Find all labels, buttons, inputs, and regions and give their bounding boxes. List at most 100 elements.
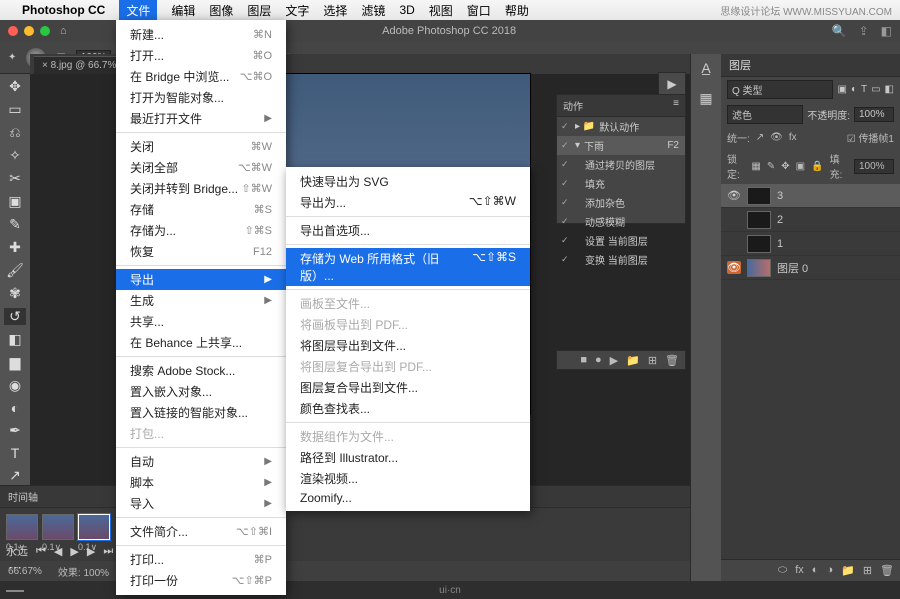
menu-window[interactable]: 窗口 [467,2,491,19]
layer-row[interactable]: 1 [721,232,900,256]
minimize-window-icon[interactable] [24,26,34,36]
menu-revert[interactable]: 恢复F12 [116,241,286,262]
blend-mode-select[interactable]: 滤色 [727,105,803,124]
effects-display[interactable]: 100% [83,568,109,579]
new-set-icon[interactable]: 📁 [626,354,640,367]
propagate-label[interactable]: 传播帧1 [858,134,894,145]
lock-all-icon[interactable]: 🔒 [811,161,823,172]
menu-behance[interactable]: 在 Behance 上共享... [116,332,286,353]
menu-layer[interactable]: 图层 [247,2,271,19]
fill-field[interactable]: 100% [854,159,894,174]
menu-share[interactable]: 共享... [116,311,286,332]
actions-step[interactable]: ✓动感模糊 [557,212,685,231]
menu-print[interactable]: 打印...⌘P [116,549,286,570]
menu-browse-bridge[interactable]: 在 Bridge 中浏览...⌥⌘O [116,66,286,87]
filter-type-icon[interactable]: T [861,84,867,95]
unify-position-icon[interactable]: ↗ [756,132,764,143]
unify-visibility-icon[interactable]: 👁 [770,132,783,143]
zoom-window-icon[interactable] [40,26,50,36]
opacity-field[interactable]: 100% [854,107,894,122]
next-frame-icon[interactable]: ▶ [87,545,95,558]
menu-view[interactable]: 视图 [429,2,453,19]
eyedropper-tool-icon[interactable]: ✎ [4,216,26,233]
marquee-tool-icon[interactable]: ▭ [4,101,26,118]
menu-automate[interactable]: 自动▶ [116,451,286,472]
menu-generate[interactable]: 生成▶ [116,290,286,311]
layer-name[interactable]: 1 [777,238,783,250]
adjustment-layer-icon[interactable]: ◑ [826,564,833,577]
play-icon[interactable]: ▶ [667,77,676,91]
last-frame-icon[interactable]: ⏭ [103,545,113,558]
menu-3d[interactable]: 3D [399,3,414,17]
submenu-render-video[interactable]: 渲染视频... [286,468,530,489]
layer-row[interactable]: 👁3 [721,184,900,208]
gradient-tool-icon[interactable]: ▆ [4,354,26,371]
home-icon[interactable]: ⌂ [60,25,67,37]
menu-close[interactable]: 关闭⌘W [116,136,286,157]
stop-icon[interactable]: ■ [580,354,587,366]
menu-recent[interactable]: 最近打开文件▶ [116,108,286,129]
layer-thumb[interactable] [747,211,771,229]
menu-file[interactable]: 文件 [119,0,157,21]
actions-step[interactable]: ✓通过拷贝的图层 [557,155,685,174]
menu-stock[interactable]: 搜索 Adobe Stock... [116,360,286,381]
menu-close-all[interactable]: 关闭全部⌥⌘W [116,157,286,178]
actions-folder[interactable]: ✓▸ 📁 默认动作 [557,117,685,136]
new-action-icon[interactable]: ⊞ [648,354,657,367]
visibility-icon[interactable]: 👁 [727,189,741,202]
app-name[interactable]: Photoshop CC [22,3,105,17]
panel-menu-icon[interactable]: ≡ [673,98,679,113]
layer-thumb[interactable] [747,259,771,277]
layers-panel-tab[interactable]: 图层 [721,54,900,77]
menu-print-one[interactable]: 打印一份⌥⇧⌘P [116,570,286,591]
link-layers-icon[interactable]: ⬭ [778,564,787,577]
lock-transparency-icon[interactable]: ▦ [751,161,760,172]
trash-icon[interactable]: 🗑 [880,564,894,577]
menu-file-info[interactable]: 文件简介...⌥⇧⌘I [116,521,286,542]
submenu-export-prefs[interactable]: 导出首选项... [286,220,530,241]
submenu-quick-svg[interactable]: 快速导出为 SVG [286,171,530,192]
filter-img-icon[interactable]: ▣ [837,84,846,95]
actions-step[interactable]: ✓变换 当前图层 [557,250,685,269]
menu-close-bridge[interactable]: 关闭并转到 Bridge...⇧⌘W [116,178,286,199]
submenu-save-for-web[interactable]: 存储为 Web 所用格式（旧版）...⌥⇧⌘S [286,248,530,286]
pen-tool-icon[interactable]: ✒ [4,422,26,439]
filter-smart-icon[interactable]: ◧ [885,84,894,95]
layer-row[interactable]: 2 [721,208,900,232]
layer-kind-select[interactable]: Q 类型 [727,80,833,99]
submenu-layers-file[interactable]: 将图层导出到文件... [286,335,530,356]
menu-save-as[interactable]: 存储为...⇧⌘S [116,220,286,241]
menu-type[interactable]: 文字 [285,2,309,19]
first-frame-icon[interactable]: ⏮ [36,545,46,558]
layer-row[interactable]: 👁图层 0 [721,256,900,280]
group-icon[interactable]: 📁 [841,564,855,577]
menu-open-smart[interactable]: 打开为智能对象... [116,87,286,108]
submenu-lut[interactable]: 颜色查找表... [286,398,530,419]
layer-name[interactable]: 2 [777,214,783,226]
visibility-icon[interactable]: 👁 [727,261,741,274]
color-swatch[interactable] [6,590,24,592]
actions-step[interactable]: ✓添加杂色 [557,193,685,212]
close-window-icon[interactable] [8,26,18,36]
menu-place-linked[interactable]: 置入链接的智能对象... [116,402,286,423]
frame-tool-icon[interactable]: ▣ [4,193,26,210]
tab-close-icon[interactable]: × [42,60,48,71]
filter-shape-icon[interactable]: ▭ [871,84,880,95]
menu-scripts[interactable]: 脚本▶ [116,472,286,493]
menu-new[interactable]: 新建...⌘N [116,24,286,45]
submenu-layercomp-file[interactable]: 图层复合导出到文件... [286,377,530,398]
record-icon[interactable]: ● [595,354,602,366]
eraser-tool-icon[interactable]: ◧ [4,331,26,348]
workspace-icon[interactable]: ◧ [881,24,892,38]
prev-frame-icon[interactable]: ◀ [54,545,62,558]
filter-adj-icon[interactable]: ◐ [851,84,857,95]
submenu-zoomify[interactable]: Zoomify... [286,489,530,507]
loop-select[interactable]: 永远 [6,543,28,559]
dodge-tool-icon[interactable]: ◐ [4,400,26,416]
edit-toolbar-icon[interactable]: ⋯ [4,559,26,576]
menu-import[interactable]: 导入▶ [116,493,286,514]
menu-save[interactable]: 存储⌘S [116,199,286,220]
blur-tool-icon[interactable]: ◉ [4,377,26,394]
trash-icon[interactable]: 🗑 [665,354,679,367]
layer-thumb[interactable] [747,187,771,205]
